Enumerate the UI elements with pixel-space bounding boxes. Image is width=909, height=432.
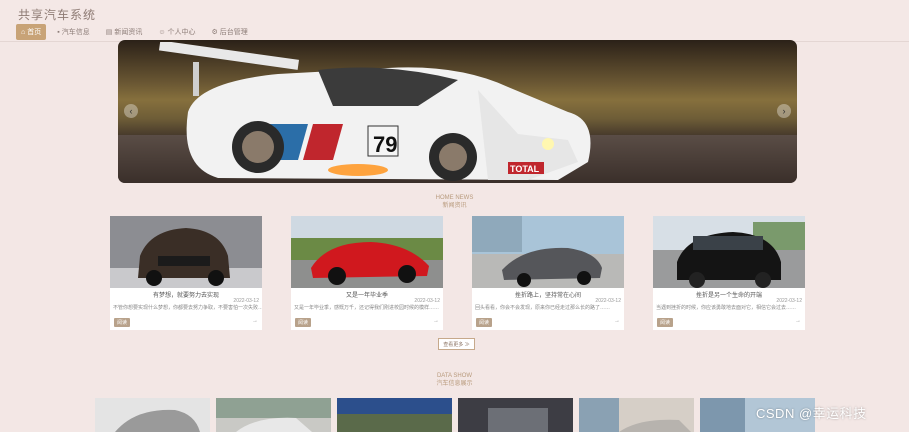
view-more-button[interactable]: 查看更多 ≫: [438, 338, 475, 350]
nav-item-cars[interactable]: ▪ 汽车信息: [52, 24, 94, 40]
news-card-desc: 当遇到挫折的时候，你应该勇敢地去面对它，相信它会过去……: [656, 305, 797, 311]
main-nav: ⌂ 首页 ▪ 汽车信息 ▤ 新闻资讯 ☺ 个人中心 ⚙ 后台管理: [16, 24, 253, 40]
news-card-title: 挫折是另一个生命的开端: [695, 293, 762, 299]
read-button[interactable]: 阅读: [657, 318, 674, 327]
carousel-prev-button[interactable]: ‹: [124, 104, 138, 118]
data-show-heading: DATA SHOW 汽车信息展示: [0, 372, 909, 388]
watermark-text: CSDN @幸运科技: [756, 406, 867, 421]
news-card-desc: 不管你想要实现什么梦想，你都要去努力争取，不要害怕一次失败……: [113, 305, 262, 311]
news-section-heading: HOME NEWS 新闻资讯: [0, 194, 909, 210]
nav-item-news[interactable]: ▤ 新闻资讯: [101, 24, 148, 40]
carousel-next-button[interactable]: ›: [777, 104, 791, 118]
news-card-desc: 回头看看，你会不会发现，原来你已经走过那么长的路了……: [475, 305, 611, 311]
nav-item-home[interactable]: ⌂ 首页: [16, 24, 47, 40]
news-card-footer: 阅读 →: [114, 318, 258, 327]
news-card-title: 有梦想，就要努力去实现: [152, 293, 219, 299]
data-show-heading-zh: 汽车信息展示: [436, 381, 473, 387]
news-card-image: [110, 216, 262, 288]
arrow-right-icon[interactable]: →: [614, 318, 620, 324]
news-card-list: 有梦想，就要努力去实现 2022-03-12 不管你想要实现什么梦想，你都要去努…: [110, 216, 805, 330]
chevron-left-icon: ‹: [129, 106, 133, 116]
news-card-footer: 阅读 →: [295, 318, 439, 327]
car-thumbnail[interactable]: [216, 398, 331, 432]
news-heading-zh: 新闻资讯: [442, 203, 467, 209]
news-card[interactable]: 挫折路上，坚持常在心间 2022-03-12 回头看看，你会不会发现，原来你已经…: [472, 216, 624, 330]
site-title: 共享汽车系统: [18, 8, 97, 22]
admin-icon: ⚙: [211, 29, 218, 36]
car-icon: ▪: [57, 28, 60, 36]
arrow-right-icon[interactable]: →: [433, 318, 439, 324]
news-heading-en: HOME NEWS: [435, 195, 474, 201]
read-button[interactable]: 阅读: [114, 318, 131, 327]
nav-item-admin[interactable]: ⚙ 后台管理: [207, 24, 253, 40]
nav-label: 首页: [27, 29, 42, 36]
read-button[interactable]: 阅读: [476, 318, 493, 327]
arrow-right-icon[interactable]: →: [252, 318, 258, 324]
car-number: 79: [373, 132, 397, 157]
news-icon: ▤: [105, 29, 113, 36]
car-thumbnail[interactable]: [95, 398, 210, 432]
news-card-footer: 阅读 →: [657, 318, 801, 327]
news-card[interactable]: 挫折是另一个生命的开端 2022-03-12 当遇到挫折的时候，你应该勇敢地去面…: [653, 216, 805, 330]
nav-label: 后台管理: [219, 29, 248, 36]
news-card-image: [291, 216, 443, 288]
news-card-image: [472, 216, 624, 288]
home-icon: ⌂: [21, 28, 26, 36]
car-thumbnail[interactable]: [458, 398, 573, 432]
top-header: 共享汽车系统 ⌂ 首页 ▪ 汽车信息 ▤ 新闻资讯 ☺ 个人中心 ⚙ 后台管理: [0, 0, 909, 42]
user-icon: ☺: [158, 28, 166, 36]
nav-label: 个人中心: [167, 29, 196, 36]
news-card-desc: 又是一年毕业季，感慨万千，还记得我们刚进校园时候的模样……: [294, 305, 440, 311]
nav-label: 新闻资讯: [114, 29, 143, 36]
car-thumbnail-row: [95, 398, 815, 432]
data-show-heading-en: DATA SHOW: [436, 373, 473, 379]
news-card-footer: 阅读 →: [476, 318, 620, 327]
news-card-image: [653, 216, 805, 288]
sponsor-logo-text: TOTAL: [510, 164, 540, 174]
arrow-right-icon[interactable]: →: [795, 318, 801, 324]
nav-label: 汽车信息: [61, 29, 90, 36]
news-card-title: 又是一年毕业季: [345, 293, 388, 299]
chevron-right-icon: ›: [782, 106, 786, 116]
car-thumbnail[interactable]: [337, 398, 452, 432]
nav-item-profile[interactable]: ☺ 个人中心: [153, 24, 200, 40]
car-thumbnail[interactable]: [579, 398, 694, 432]
news-card-title: 挫折路上，坚持常在心间: [514, 293, 581, 299]
hero-carousel[interactable]: 79 TOTAL ‹ ›: [118, 40, 797, 183]
news-card[interactable]: 又是一年毕业季 2022-03-12 又是一年毕业季，感慨万千，还记得我们刚进校…: [291, 216, 443, 330]
news-card[interactable]: 有梦想，就要努力去实现 2022-03-12 不管你想要实现什么梦想，你都要去努…: [110, 216, 262, 330]
read-button[interactable]: 阅读: [295, 318, 312, 327]
race-car-image: 79 TOTAL: [158, 42, 591, 181]
